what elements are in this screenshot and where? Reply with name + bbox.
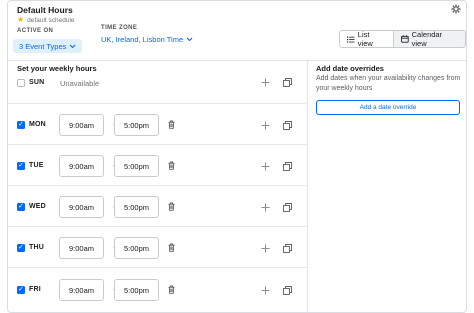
end-time-input[interactable]: 5:00pm xyxy=(114,155,159,177)
chevron-down-icon xyxy=(70,44,76,48)
copy-icon[interactable] xyxy=(283,121,292,130)
date-overrides-title: Add date overrides xyxy=(316,64,384,73)
trash-icon[interactable] xyxy=(167,202,176,211)
date-overrides-description: Add dates when your availability changes… xyxy=(316,75,461,92)
day-row-mon: ✓ MON 9:00am - 5:00pm xyxy=(8,104,307,145)
end-time-input[interactable]: 5:00pm xyxy=(114,196,159,218)
start-time-input[interactable]: 9:00am xyxy=(59,155,104,177)
gear-icon[interactable] xyxy=(451,4,461,14)
trash-icon[interactable] xyxy=(167,161,176,170)
list-view-button[interactable]: List view xyxy=(340,31,394,47)
calendar-icon xyxy=(400,35,409,43)
day-checkbox-wed[interactable]: ✓ xyxy=(17,203,25,211)
start-time-input[interactable]: 9:00am xyxy=(59,279,104,301)
event-types-dropdown[interactable]: 3 Event Types xyxy=(13,39,83,53)
trash-icon[interactable] xyxy=(167,285,176,294)
day-label-thu: THU xyxy=(29,244,44,251)
day-row-sun: SUN Unavailable xyxy=(8,73,307,104)
day-label-wed: WED xyxy=(29,203,46,210)
chevron-down-icon xyxy=(186,37,193,42)
day-row-thu: ✓ THU 9:00am - 5:00pm xyxy=(8,227,307,268)
event-types-label: 3 Event Types xyxy=(19,41,67,51)
plus-icon[interactable] xyxy=(261,244,270,253)
star-icon: ★ xyxy=(17,15,25,24)
active-on-label: ACTIVE ON xyxy=(17,28,54,34)
day-row-wed: ✓ WED 9:00am - 5:00pm xyxy=(8,186,307,227)
default-schedule-indicator: ★ default schedule xyxy=(17,16,75,24)
start-time-input[interactable]: 9:00am xyxy=(59,114,104,136)
day-label-sun: SUN xyxy=(29,79,45,86)
end-time-input[interactable]: 5:00pm xyxy=(114,279,159,301)
trash-icon[interactable] xyxy=(167,243,176,252)
day-label-mon: MON xyxy=(29,121,46,128)
day-row-tue: ✓ TUE 9:00am - 5:00pm xyxy=(8,145,307,186)
copy-icon[interactable] xyxy=(283,286,292,295)
unavailable-text: Unavailable xyxy=(60,79,100,88)
default-schedule-label: default schedule xyxy=(27,16,75,24)
schedule-header: Default Hours ★ default schedule ACTIVE … xyxy=(8,1,466,61)
time-zone-value: UK, Ireland, Lisbon Time xyxy=(101,35,184,44)
day-checkbox-tue[interactable]: ✓ xyxy=(17,162,25,170)
plus-icon[interactable] xyxy=(261,78,270,87)
start-time-input[interactable]: 9:00am xyxy=(59,237,104,259)
schedule-title: Default Hours xyxy=(17,5,73,15)
plus-icon[interactable] xyxy=(261,203,270,212)
time-zone-dropdown[interactable]: UK, Ireland, Lisbon Time xyxy=(101,35,193,44)
time-zone-label: TIME ZONE xyxy=(101,25,138,31)
availability-card: Default Hours ★ default schedule ACTIVE … xyxy=(7,0,467,313)
plus-icon[interactable] xyxy=(261,121,270,130)
day-label-fri: FRI xyxy=(29,286,41,293)
copy-icon[interactable] xyxy=(283,162,292,171)
plus-icon[interactable] xyxy=(261,162,270,171)
trash-icon[interactable] xyxy=(167,120,176,129)
end-time-input[interactable]: 5:00pm xyxy=(114,237,159,259)
day-checkbox-fri[interactable]: ✓ xyxy=(17,286,25,294)
copy-icon[interactable] xyxy=(283,203,292,212)
start-time-input[interactable]: 9:00am xyxy=(59,196,104,218)
day-checkbox-mon[interactable]: ✓ xyxy=(17,121,25,129)
weekly-hours-title: Set your weekly hours xyxy=(17,64,97,73)
copy-icon[interactable] xyxy=(283,78,292,87)
calendar-view-label: Calendar view xyxy=(411,30,443,48)
end-time-input[interactable]: 5:00pm xyxy=(114,114,159,136)
day-row-fri: ✓ FRI 9:00am - 5:00pm xyxy=(8,268,307,312)
date-overrides-section: Add date overrides Add dates when your a… xyxy=(309,61,466,312)
list-view-label: List view xyxy=(357,30,373,48)
plus-icon[interactable] xyxy=(261,286,270,295)
calendar-view-button[interactable]: Calendar view xyxy=(393,30,465,48)
view-toggle: List view Calendar view xyxy=(339,30,466,48)
copy-icon[interactable] xyxy=(283,244,292,253)
add-date-override-button[interactable]: Add a date override xyxy=(316,100,460,115)
day-checkbox-sun[interactable] xyxy=(17,79,25,87)
list-icon xyxy=(347,36,355,43)
day-label-tue: TUE xyxy=(29,162,44,169)
day-checkbox-thu[interactable]: ✓ xyxy=(17,244,25,252)
weekly-hours-section: Set your weekly hours SUN Unavailable ✓ … xyxy=(8,61,308,312)
